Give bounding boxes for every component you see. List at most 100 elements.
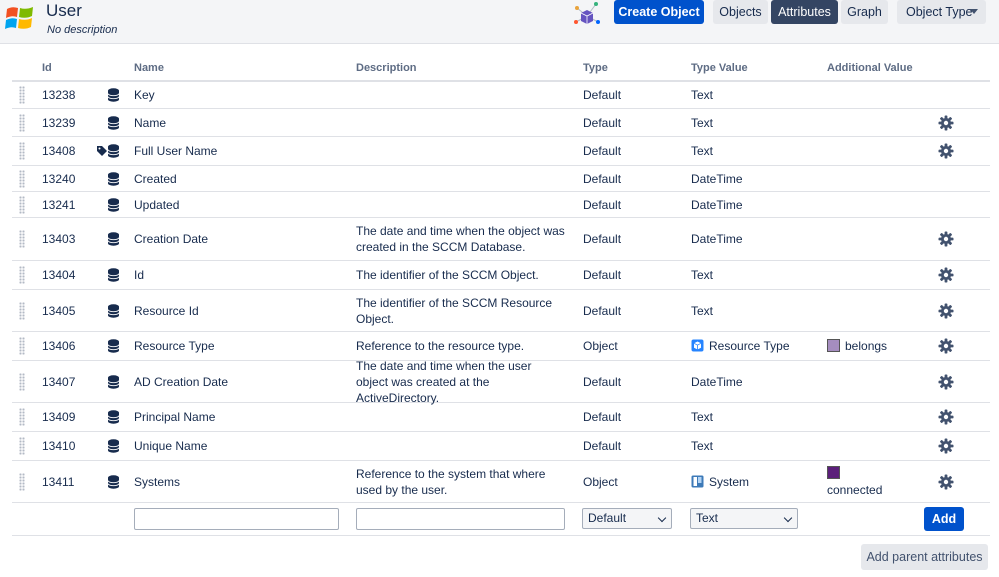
attribute-type-value: Text [691,87,713,103]
attribute-type-value: Text [691,143,713,159]
additional-value-label: belongs [845,339,888,353]
table-row[interactable]: 13409 Principal Name Default Text [12,403,990,432]
database-icon [107,232,120,246]
drag-handle-icon[interactable] [19,266,25,284]
column-header-description[interactable]: Description [356,62,417,74]
table-row[interactable]: 13410 Unique Name Default Text [12,432,990,461]
database-icon [107,115,120,130]
attribute-type-value[interactable]: Resource Type [691,338,790,354]
page-header: User No description Create Object Object… [0,0,999,44]
gear-icon[interactable] [938,267,954,283]
new-attribute-description-input[interactable] [356,508,565,530]
attribute-type: Default [583,144,622,158]
type-value-label: Text [691,87,714,102]
attribute-name: Unique Name [134,439,208,453]
new-attribute-name-input[interactable] [134,508,339,530]
type-value-label: Resource Type [709,339,790,353]
attribute-name: Principal Name [134,410,216,424]
attribute-type: Default [583,374,622,389]
database-icon [107,303,120,318]
drag-handle-icon[interactable] [19,85,25,104]
color-swatch [827,465,840,479]
add-parent-attributes-button[interactable]: Add parent attributes [861,544,988,570]
attribute-description: The date and time when the user object w… [356,358,532,405]
column-header-name[interactable]: Name [134,62,164,74]
database-icon [107,474,120,489]
table-row[interactable]: 13238 Key Default Text [12,81,990,109]
drag-handle-icon[interactable] [19,437,25,455]
column-header-type[interactable]: Type [583,62,608,74]
gear-icon[interactable] [938,115,954,131]
table-row[interactable]: 13404 Id The identifier of the SCCM Object… [12,261,990,290]
table-row[interactable]: 13241 Updated Default DateTime [12,192,990,218]
attribute-name: Id [134,268,145,282]
new-attribute-type-select[interactable]: Default [582,508,672,529]
attribute-additional-value: connected [827,465,883,498]
attribute-type: Object [583,474,618,489]
attribute-icons [90,339,120,353]
drag-handle-icon[interactable] [19,337,25,355]
type-value-label: Text [691,303,714,318]
type-value-label: DateTime [691,171,743,186]
attribute-name: Created [134,171,177,186]
attribute-type: Default [583,268,622,282]
attribute-type-value: DateTime [691,374,743,390]
object-type-dropdown[interactable]: Object Type [897,0,986,24]
drag-handle-icon[interactable] [19,113,25,132]
column-header-id[interactable]: Id [42,62,52,74]
attribute-type-value: Text [691,267,713,283]
gear-icon[interactable] [938,338,954,354]
attribute-name: Name [134,115,167,130]
attribute-icons [90,232,120,246]
table-row[interactable]: 13240 Created Default DateTime [12,166,990,192]
gear-icon[interactable] [938,374,954,390]
add-attribute-button[interactable]: Add [924,507,964,531]
attribute-type: Default [583,87,622,102]
attribute-type-value[interactable]: System [691,474,749,490]
additional-value-label: connected [827,482,883,497]
new-attribute-type-value-select[interactable]: Text [690,508,798,529]
attribute-icons [90,374,120,389]
attribute-name: Resource Type [134,339,215,353]
attribute-id: 13405 [42,303,76,318]
tab-objects[interactable]: Objects [713,0,768,24]
table-row[interactable]: 13239 Name Default Text [12,109,990,137]
column-header-additional-value[interactable]: Additional Value [827,62,913,74]
attribute-name: Full User Name [134,144,218,158]
attribute-id: 13407 [42,374,76,389]
drag-handle-icon[interactable] [19,408,25,426]
attribute-id: 13238 [42,87,76,102]
gear-icon[interactable] [938,143,954,159]
drag-handle-icon[interactable] [19,142,25,160]
database-icon [107,374,120,389]
tab-attributes[interactable]: Attributes [771,0,838,24]
attribute-id: 13239 [42,115,76,130]
drag-handle-icon[interactable] [19,472,25,491]
gear-icon[interactable] [938,303,954,319]
table-row[interactable]: 13407 AD Creation Date The date and time w… [12,358,990,405]
table-row[interactable]: 13411 Systems Reference to the system that… [12,461,990,503]
table-row[interactable]: 13403 Creation Date The date and time when… [12,218,990,261]
attribute-type: Default [583,197,622,212]
drag-handle-icon[interactable] [19,230,25,248]
drag-handle-icon[interactable] [19,372,25,391]
table-row[interactable]: 13405 Resource Id The identifier of the SC… [12,290,990,332]
attribute-type-value: DateTime [691,197,743,213]
drag-handle-icon[interactable] [19,301,25,320]
attribute-name: Creation Date [134,232,209,246]
table-row[interactable]: 13408 Full User Name Default Text [12,137,990,166]
gear-icon[interactable] [938,409,954,425]
attribute-icons [90,115,120,130]
gear-icon[interactable] [938,474,954,490]
tab-graph[interactable]: Graph [841,0,888,24]
gear-icon[interactable] [938,438,954,454]
type-value-label: DateTime [691,232,743,246]
gear-icon[interactable] [938,231,954,247]
create-object-button[interactable]: Create Object [614,0,704,24]
database-icon [107,268,120,282]
attribute-type: Default [583,410,622,424]
column-header-type-value[interactable]: Type Value [691,62,748,74]
drag-handle-icon[interactable] [19,195,25,214]
drag-handle-icon[interactable] [19,169,25,188]
object-graph-icon[interactable] [572,0,602,28]
